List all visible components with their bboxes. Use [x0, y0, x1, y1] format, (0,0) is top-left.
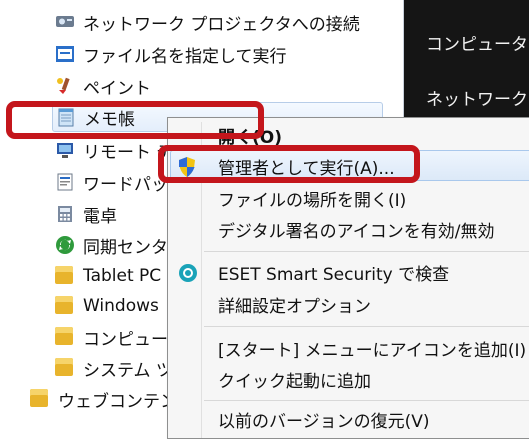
projector-icon	[55, 12, 75, 32]
menu-add-quick-launch[interactable]: クイック起動に追加	[218, 365, 371, 393]
folder-icon	[30, 389, 50, 409]
annotation-highlight-run-as-admin	[158, 145, 420, 183]
remote-desktop-icon	[55, 140, 75, 160]
menu-advanced-options[interactable]: 詳細設定オプション	[218, 290, 371, 318]
run-icon	[55, 44, 75, 64]
menu-item-label: ESET Smart Security で検查	[218, 264, 450, 285]
network-link[interactable]: ネットワーク	[426, 85, 528, 110]
calculator-icon	[55, 204, 75, 224]
folder-computer[interactable]: コンピュー	[55, 323, 168, 351]
program-label: 同期センタ	[83, 237, 168, 258]
program-wordpad[interactable]: ワードパッ	[55, 168, 168, 196]
program-sync-center[interactable]: 同期センタ	[55, 231, 168, 259]
eset-icon	[178, 263, 198, 283]
program-label: ネットワーク プロジェクタへの接続	[83, 14, 360, 35]
folder-icon	[55, 358, 75, 378]
program-label: 電卓	[83, 206, 117, 227]
program-label: コンピュー	[83, 329, 168, 350]
menu-separator	[204, 326, 529, 327]
program-calculator[interactable]: 電卓	[55, 200, 117, 228]
program-remote-desktop[interactable]: リモート デ	[55, 136, 173, 164]
program-paint[interactable]: ペイント	[55, 72, 151, 100]
program-label: ペイント	[83, 78, 151, 99]
folder-icon	[55, 296, 75, 316]
menu-restore-previous-versions[interactable]: 以前のバージョンの復元(V)	[218, 405, 430, 433]
paint-icon	[55, 76, 75, 96]
annotation-highlight-notepad	[6, 101, 264, 139]
menu-pin-to-start[interactable]: [スタート] メニューにアイコンを追加(I)	[218, 334, 526, 362]
sync-center-icon	[55, 235, 75, 255]
menu-toggle-signature-icon[interactable]: デジタル署名のアイコンを有効/無効	[218, 215, 495, 243]
folder-windows[interactable]: Windows	[55, 292, 159, 320]
program-label: システム ツ	[83, 360, 173, 381]
program-label: ウェブコンテン	[58, 391, 177, 412]
folder-tablet-pc[interactable]: Tablet PC	[55, 262, 161, 290]
program-label: ワードパッ	[83, 174, 168, 195]
folder-web-contents[interactable]: ウェブコンテン	[30, 385, 177, 413]
folder-icon	[55, 327, 75, 347]
menu-separator	[204, 400, 529, 401]
wordpad-icon	[55, 172, 75, 192]
program-label: Tablet PC	[83, 266, 162, 286]
menu-eset-scan[interactable]: ESET Smart Security で検查	[218, 258, 449, 286]
program-network-projector[interactable]: ネットワーク プロジェクタへの接続	[55, 8, 360, 36]
program-label: ファイル名を指定して実行	[83, 46, 287, 67]
menu-open-file-location[interactable]: ファイルの場所を開く(I)	[218, 184, 406, 212]
menu-separator	[204, 251, 529, 252]
folder-icon	[55, 266, 75, 286]
program-label: Windows	[83, 296, 159, 316]
computer-link[interactable]: コンピュータ	[426, 30, 528, 55]
program-run[interactable]: ファイル名を指定して実行	[55, 40, 287, 68]
folder-system-tools[interactable]: システム ツ	[55, 354, 173, 382]
